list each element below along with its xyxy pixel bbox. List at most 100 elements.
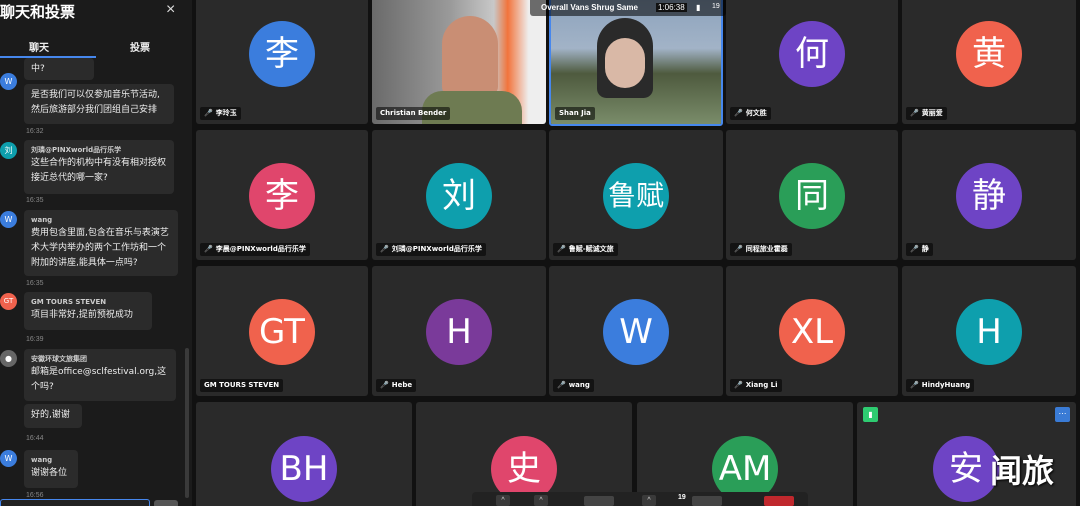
message-text: 邮箱是office@sclfestival.org,这个吗? [31,367,167,392]
timestamp: 16:44 [26,435,44,442]
participant-tile-video[interactable]: Christian Bender [372,0,546,124]
message-text: 是否我们可以仅参加音乐节活动,然后旅游部分我们团组自己安排 [31,90,160,115]
participant-name: 🎤 李玲玉 [200,107,241,120]
message-sender: GM TOURS STEVEN [31,298,107,306]
user-icon: ● [0,350,17,367]
participant-name: 🎤 静 [906,243,933,256]
participant-tile[interactable]: 刘 🎤 刘璘@PINXworld品行乐学 [372,130,546,260]
mic-muted-icon: 🎤 [734,109,743,117]
message-text: 这些合作的机构中有没有相对授权接近总代的哪一家? [31,158,167,183]
message-sender: wang [31,456,53,464]
participant-name: 🎤 何文胜 [730,107,771,120]
hangup-button[interactable] [764,496,794,506]
message-sender: 安徽环球文旅集团 [31,355,87,363]
mic-muted-icon: 🎤 [557,381,566,389]
meeting-info-bar: Overall Vans Shrug Same 1:06:38 ▮ 19 [530,0,726,16]
chat-message: GM TOURS STEVEN 项目非常好,提前预祝成功 [24,292,152,330]
chat-message: 是否我们可以仅参加音乐节活动,然后旅游部分我们团组自己安排 [24,84,174,124]
participant-avatar: 李 [249,21,315,87]
participant-avatar: BH [271,436,337,502]
chat-message: 安徽环球文旅集团 邮箱是office@sclfestival.org,这个吗? [24,349,176,401]
participant-count: 19 [712,3,720,10]
more-icon[interactable]: ⋯ [1055,407,1070,422]
participant-tile[interactable]: 同 🎤 同程旅业霍磊 [726,130,898,260]
participant-name: Christian Bender [376,107,451,120]
timestamp: 16:56 [26,492,44,499]
participant-tile-video-active[interactable]: Shan Jia [549,0,723,126]
timestamp: 16:39 [26,336,44,343]
participant-tile[interactable]: 鲁赋 🎤 鲁赋-赋诚文旅 [549,130,723,260]
participant-tile[interactable]: 李 🎤 李玲玉 [196,0,368,124]
participant-tile[interactable]: H 🎤 Hebe [372,266,546,396]
chevron-up-icon[interactable]: ^ [496,495,510,506]
mic-muted-icon: 🎤 [380,245,389,253]
timestamp: 16:35 [26,197,44,204]
participants-button[interactable] [692,496,722,506]
participant-avatar: 静 [956,163,1022,229]
send-button[interactable] [154,500,178,506]
participant-name: 🎤 wang [553,379,594,392]
participant-tile[interactable]: 李 🎤 李晨@PINXworld品行乐学 [196,130,368,260]
participant-tile[interactable]: GT GM TOURS STEVEN [196,266,368,396]
participant-name: GM TOURS STEVEN [200,379,284,392]
chevron-up-icon[interactable]: ^ [534,495,548,506]
participant-tile[interactable]: 静 🎤 静 [902,130,1076,260]
signal-icon: ▮ [696,3,701,12]
sidebar-header: 聊天和投票 × [0,0,192,32]
participant-avatar: GT [249,299,315,365]
participant-tile[interactable]: H 🎤 HindyHuang [902,266,1076,396]
participant-tile[interactable]: BH [196,402,412,506]
mic-muted-icon: 🎤 [557,245,566,253]
chat-message: 刘璘@PINXworld品行乐学 这些合作的机构中有没有相对授权接近总代的哪一家… [24,140,174,194]
meeting-timer: 1:06:38 [656,3,687,12]
participant-count: 19 [678,494,686,501]
mic-muted-icon: 🎤 [734,245,743,253]
avatar: W [0,450,17,467]
participant-avatar: H [426,299,492,365]
mic-muted-icon: 🎤 [734,381,743,389]
participant-avatar: 李 [249,163,315,229]
message-text: 谢谢各位 [31,468,68,478]
connection-signal-icon[interactable]: ▮ [863,407,878,422]
meeting-title: Overall Vans Shrug Same [541,3,638,12]
participant-name: 🎤 黄丽爱 [906,107,947,120]
participant-tile[interactable]: XL 🎤 Xiang Li [726,266,898,396]
watermark: 闻旅 [990,452,1055,490]
chevron-up-icon[interactable]: ^ [642,495,656,506]
participant-avatar: XL [779,299,845,365]
mic-muted-icon: 🎤 [910,381,919,389]
chat-message: 好的,谢谢 [24,404,82,428]
tab-polls[interactable]: 投票 [130,39,150,54]
participant-name: 🎤 李晨@PINXworld品行乐学 [200,243,310,256]
chat-scrollbar[interactable] [185,348,189,498]
mic-muted-icon: 🎤 [380,381,389,389]
avatar: W [0,73,17,90]
participant-avatar: H [956,299,1022,365]
sidebar-title: 聊天和投票 [0,3,76,21]
participant-avatar: 鲁赋 [603,163,669,229]
participant-tile[interactable]: 何 🎤 何文胜 [726,0,898,124]
participant-name: 🎤 Hebe [376,379,417,392]
close-icon[interactable]: × [166,1,175,19]
participant-name: 🎤 HindyHuang [906,379,975,392]
participant-avatar: 黄 [956,21,1022,87]
participant-tile[interactable]: W 🎤 wang [549,266,723,396]
toolbar-button[interactable] [584,496,614,506]
participant-name: 🎤 刘璘@PINXworld品行乐学 [376,243,486,256]
video-person [442,16,498,96]
chat-input[interactable] [0,499,150,506]
participant-tile[interactable]: AM [637,402,853,506]
participant-avatar: 刘 [426,163,492,229]
participant-tile[interactable]: 黄 🎤 黄丽爱 [902,0,1076,124]
sidebar-tabs: 聊天 投票 [0,32,192,60]
avatar: W [0,211,17,228]
participant-name: 🎤 同程旅业霍磊 [730,243,792,256]
timestamp: 16:35 [26,280,44,287]
message-text: 项目非常好,提前预祝成功 [31,310,133,320]
tab-chat[interactable]: 聊天 [29,39,49,54]
participant-name: 🎤 鲁赋-赋诚文旅 [553,243,618,256]
chat-message: wang 费用包含里面,包含在音乐与表演艺术大学内举办的两个工作坊和一个附加的讲… [24,210,178,276]
message-text: 中? [31,64,45,74]
participant-avatar: 何 [779,21,845,87]
participant-tile[interactable]: 史 [416,402,632,506]
